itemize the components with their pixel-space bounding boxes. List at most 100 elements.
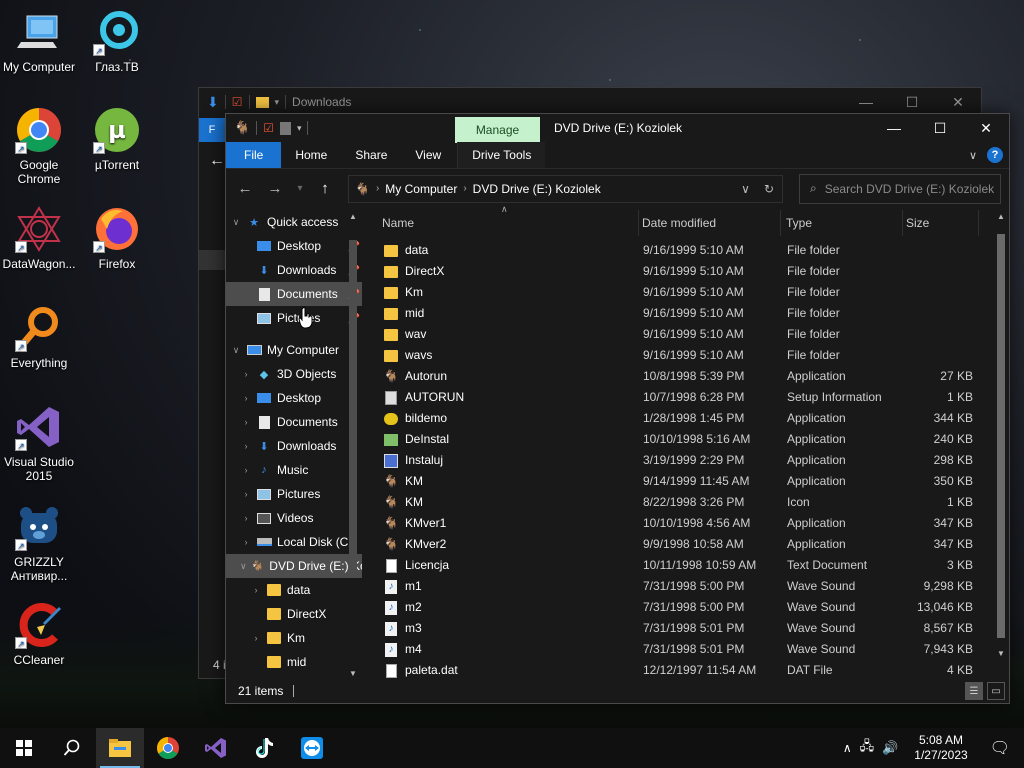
desktop-icon-firefox[interactable]: ↗ Firefox [79,205,155,271]
file-list[interactable]: Name Date modified Type Size ∧ data 9/16/… [363,204,1009,681]
file-row[interactable]: bildemo 1/28/1998 1:45 PM Application 344 K… [363,408,1003,429]
taskbar-tiktok[interactable] [240,728,288,768]
nav-item-data[interactable]: › data [226,578,362,602]
window-titlebar[interactable]: 🐐 ☑ ▾ Manage DVD Drive (E:) Koziolek — ☐… [226,114,1009,143]
file-row[interactable]: data 9/16/1999 5:10 AM File folder [363,240,1003,261]
blank-icon[interactable] [279,121,291,135]
address-dropdown-icon[interactable]: ∨ [741,182,750,196]
taskbar-visual-studio[interactable] [192,728,240,768]
scroll-down-icon[interactable]: ▼ [349,669,357,678]
chevron-right-icon[interactable]: › [240,465,252,475]
tab-view[interactable]: View [401,142,455,168]
tab-home[interactable]: Home [281,142,341,168]
column-header-size[interactable]: Size [901,210,979,236]
chevron-right-icon[interactable]: › [240,417,252,427]
nav-item-desktop-pinned[interactable]: Desktop 📌 [226,234,362,258]
help-button[interactable]: ? [987,147,1003,163]
taskbar-file-explorer[interactable] [96,728,144,768]
chevron-right-icon[interactable]: › [240,369,252,379]
nav-item-directx[interactable]: DirectX [226,602,362,626]
chevron-right-icon[interactable]: › [250,633,262,643]
taskbar-teamviewer[interactable] [288,728,336,768]
desktop-icon-grizzly[interactable]: ↗ GRIZZLY Антивир... [1,503,77,583]
nav-item-desktop[interactable]: › Desktop [226,386,362,410]
close-button[interactable]: ✕ [935,94,981,111]
close-button[interactable]: ✕ [963,114,1009,142]
maximize-button[interactable]: ☐ [889,94,935,111]
chevron-right-icon[interactable]: › [240,393,252,403]
navigation-pane[interactable]: ∨ ★ Quick access Desktop 📌 ⬇ Downloads 📌… [226,210,362,680]
breadcrumb-my-computer[interactable]: My Computer [385,182,457,196]
desktop-icon-utorrent[interactable]: µ ↗ µTorrent [79,106,155,172]
file-row[interactable]: wav 9/16/1999 5:10 AM File folder [363,324,1003,345]
volume-icon[interactable]: 🔊 [882,740,898,756]
chevron-down-icon[interactable]: ∨ [240,561,247,572]
breadcrumb-dvd-drive[interactable]: DVD Drive (E:) Koziolek [473,182,601,196]
file-row[interactable]: DeInstal 10/10/1998 5:16 AM Application 240… [363,429,1003,450]
nav-item-quick-access[interactable]: ∨ ★ Quick access [226,210,362,234]
qat-dropdown-icon[interactable]: ▾ [297,123,302,134]
back-file-tab[interactable]: F [199,118,225,142]
nav-item-pictures[interactable]: › Pictures [226,482,362,506]
nav-item-downloads[interactable]: › ⬇ Downloads [226,434,362,458]
nav-item-km[interactable]: › Km [226,626,362,650]
file-list-scroll-thumb[interactable] [997,234,1005,638]
file-row[interactable]: AUTORUN 10/7/1998 6:28 PM Setup Informatio… [363,387,1003,408]
nav-item-videos[interactable]: › Videos [226,506,362,530]
tab-drive-tools[interactable]: Drive Tools [457,142,546,168]
file-row[interactable]: wavs 9/16/1999 5:10 AM File folder [363,345,1003,366]
file-row[interactable]: ♪ m3 7/31/1998 5:01 PM Wave Sound 8,567 KB [363,618,1003,639]
column-header-name[interactable]: Name [377,210,639,236]
large-icons-view-icon[interactable]: ▭ [987,682,1005,700]
desktop-icon-glaz-tv[interactable]: ↗ Глаз.ТВ [79,8,155,74]
nav-item-dvd-drive[interactable]: ∨ 🐐 DVD Drive (E:) Koziolek [226,554,362,578]
explorer-window[interactable]: 🐐 ☑ ▾ Manage DVD Drive (E:) Koziolek — ☐… [225,113,1010,704]
file-row[interactable]: 🐐 Autorun 10/8/1998 5:39 PM Application 27 K… [363,366,1003,387]
forward-button[interactable]: → [264,180,286,197]
file-row[interactable]: paleta.dat 12/12/1997 11:54 AM DAT File 4 K… [363,660,1003,681]
nav-item-mid[interactable]: mid [226,650,362,674]
clock[interactable]: 5:08 AM 1/27/2023 [906,733,975,763]
maximize-button[interactable]: ☐ [917,114,963,142]
file-row[interactable]: Km 9/16/1999 5:10 AM File folder [363,282,1003,303]
chevron-right-icon[interactable]: › [250,585,262,595]
file-row[interactable]: ♪ m4 7/31/1998 5:01 PM Wave Sound 7,943 KB [363,639,1003,660]
column-header-date[interactable]: Date modified [637,210,781,236]
file-row[interactable]: ♪ m1 7/31/1998 5:00 PM Wave Sound 9,298 KB [363,576,1003,597]
search-input[interactable]: ⌕ Search DVD Drive (E:) Koziolek [799,173,1001,204]
desktop-icon-my-computer[interactable]: My Computer [1,8,77,74]
desktop-icon-chrome[interactable]: ↗ Google Chrome [1,106,77,186]
nav-item-documents-pinned[interactable]: Documents 📌 [226,282,362,306]
chevron-right-icon[interactable]: › [240,513,252,523]
desktop-icon-datawagon[interactable]: ↗ DataWagon... [1,205,77,271]
details-view-icon[interactable]: ☰ [965,682,983,700]
file-row[interactable]: 🐐 KM 9/14/1999 11:45 AM Application 350 KB [363,471,1003,492]
chevron-right-icon[interactable]: › [240,489,252,499]
desktop-icon-ccleaner[interactable]: ↗ CCleaner [1,601,77,667]
nav-item-downloads-pinned[interactable]: ⬇ Downloads 📌 [226,258,362,282]
chevron-right-icon[interactable]: › [240,441,252,451]
scroll-down-icon[interactable]: ▼ [997,649,1005,658]
minimize-button[interactable]: — [843,94,889,111]
file-row[interactable]: DirectX 9/16/1999 5:10 AM File folder [363,261,1003,282]
chevron-down-icon[interactable]: ∨ [230,217,242,228]
start-button[interactable] [0,728,48,768]
nav-scroll-thumb[interactable] [349,240,357,570]
up-button[interactable]: ↑ [314,180,336,197]
nav-item-documents[interactable]: › Documents [226,410,362,434]
file-list-scrollbar[interactable]: ▲ ▼ [995,210,1007,660]
recent-locations-icon[interactable]: ▾ [294,183,306,194]
file-row[interactable]: 🐐 KMver1 10/10/1998 4:56 AM Application 347 … [363,513,1003,534]
scroll-up-icon[interactable]: ▲ [349,212,357,221]
nav-scrollbar[interactable]: ▲ ▼ [347,210,361,680]
refresh-icon[interactable]: ↻ [764,182,774,196]
tab-manage[interactable]: Manage [455,117,540,143]
desktop-icon-visual-studio[interactable]: ↗ Visual Studio 2015 [1,403,77,483]
nav-item-3d-objects[interactable]: › ◆ 3D Objects [226,362,362,386]
file-row[interactable]: mid 9/16/1999 5:10 AM File folder [363,303,1003,324]
tab-file[interactable]: File [226,142,282,168]
scroll-up-icon[interactable]: ▲ [997,212,1005,221]
column-header-type[interactable]: Type [781,210,903,236]
nav-item-local-disk[interactable]: › Local Disk (C:) [226,530,362,554]
network-icon[interactable]: 🖧 [860,737,875,759]
